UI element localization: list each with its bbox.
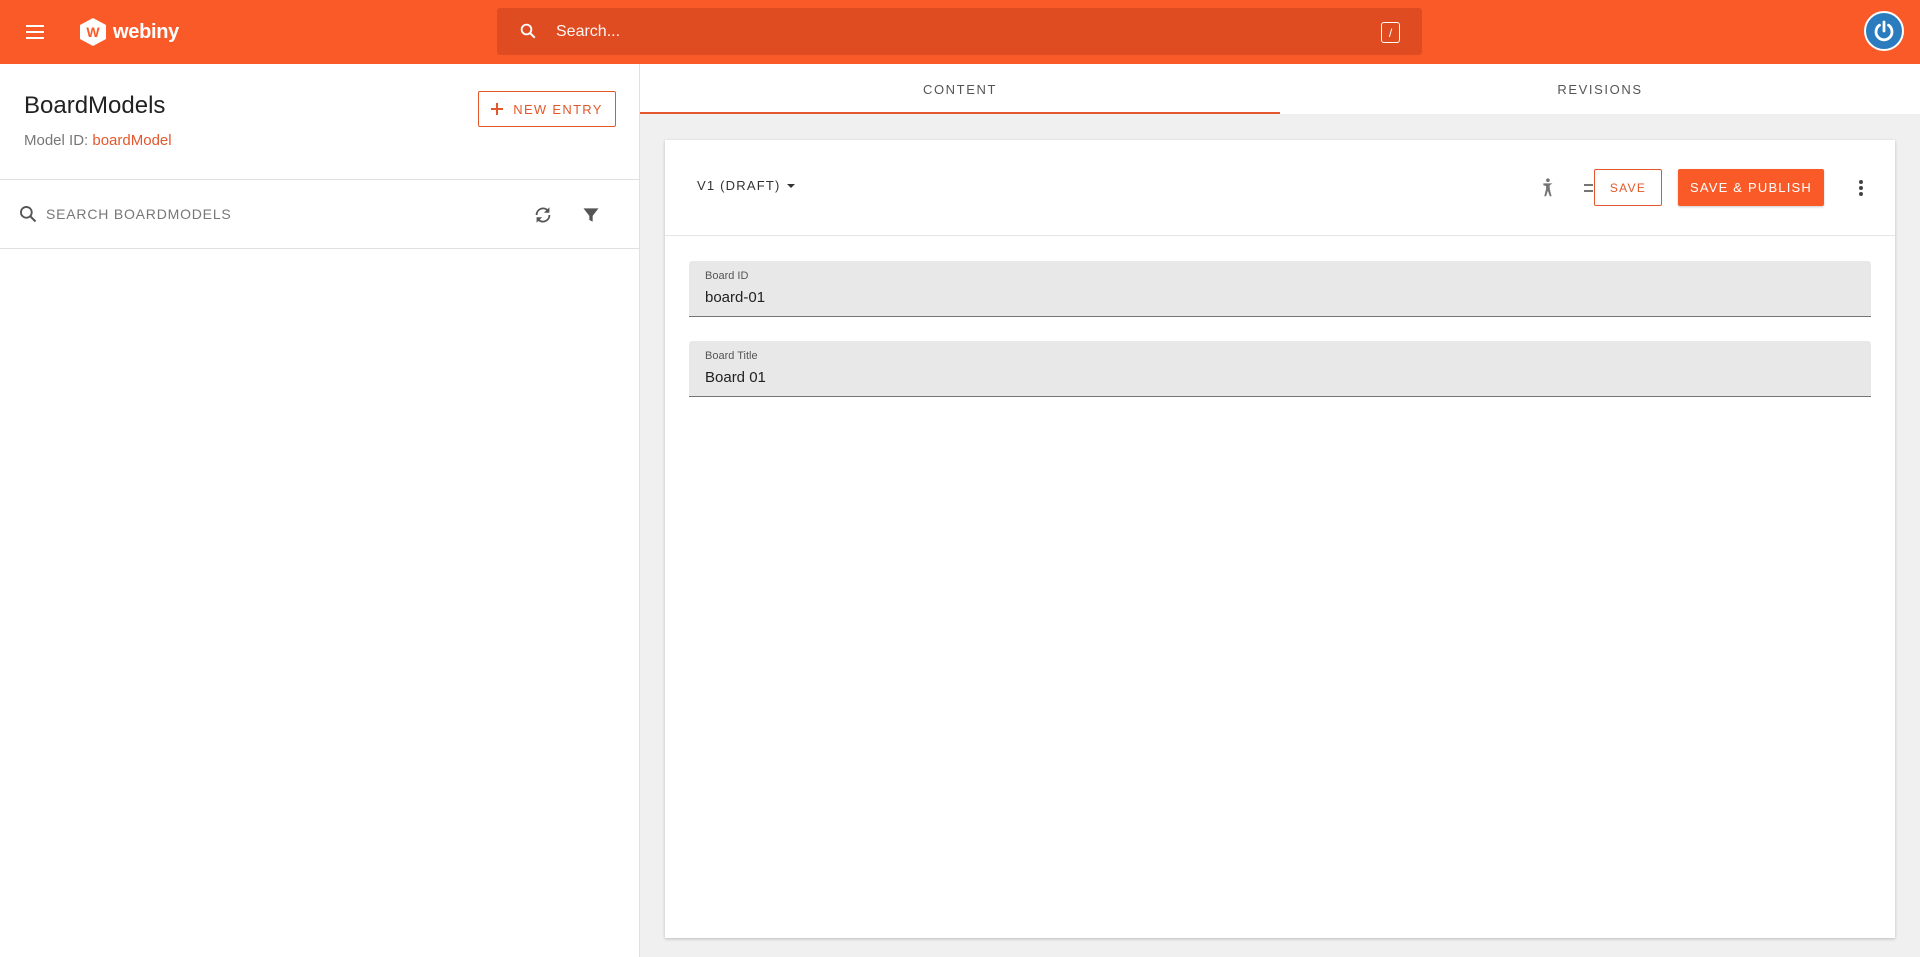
board-title-input[interactable]: [705, 365, 1845, 389]
board-id-field[interactable]: Board ID: [689, 261, 1871, 317]
search-shortcut-key: /: [1381, 22, 1400, 43]
caret-down-icon: [786, 183, 795, 188]
webiny-logo[interactable]: W webiny: [79, 16, 179, 48]
power-icon: [1874, 20, 1894, 42]
revision-selector[interactable]: V1 (DRAFT): [697, 178, 795, 193]
search-icon: [519, 22, 537, 45]
editor-tabs: CONTENT REVISIONS: [640, 64, 1920, 114]
global-search-input[interactable]: [556, 8, 1356, 55]
revision-label: V1 (DRAFT): [697, 178, 781, 193]
board-id-label: Board ID: [705, 270, 749, 282]
page-title: BoardModels: [24, 92, 166, 119]
save-and-publish-button[interactable]: SAVE & PUBLISH: [1678, 169, 1824, 206]
tab-revisions[interactable]: REVISIONS: [1280, 64, 1920, 114]
board-title-label: Board Title: [705, 350, 758, 362]
new-entry-button[interactable]: NEW ENTRY: [478, 91, 616, 127]
user-avatar[interactable]: [1864, 11, 1904, 51]
new-entry-label: NEW ENTRY: [513, 101, 603, 117]
entry-editor-area: CONTENT REVISIONS V1 (DRAFT) SAVE SAVE &…: [640, 64, 1920, 957]
top-bar: W webiny /: [0, 0, 1920, 64]
save-button[interactable]: SAVE: [1594, 169, 1662, 206]
model-id-label: Model ID:: [24, 132, 89, 149]
divider: [0, 248, 640, 249]
entries-list-panel: BoardModels Model ID: boardModel NEW ENT…: [0, 64, 640, 957]
svg-text:W: W: [86, 24, 100, 40]
entries-search: [0, 180, 640, 248]
entry-form-card: V1 (DRAFT) SAVE SAVE & PUBLISH Board ID …: [665, 140, 1895, 938]
form-toolbar: V1 (DRAFT) SAVE SAVE & PUBLISH: [665, 140, 1895, 236]
menu-icon[interactable]: [20, 17, 50, 47]
board-id-input[interactable]: [705, 285, 1845, 309]
model-id-value: boardModel: [92, 132, 172, 149]
more-vert-icon[interactable]: [1846, 173, 1876, 203]
plus-icon: [491, 103, 504, 115]
webiny-logo-icon: W: [80, 18, 106, 46]
model-id: Model ID: boardModel: [24, 132, 172, 149]
filter-icon[interactable]: [578, 202, 604, 228]
refresh-icon[interactable]: [530, 202, 556, 228]
accessibility-icon[interactable]: [1533, 174, 1561, 202]
board-title-field[interactable]: Board Title: [689, 341, 1871, 397]
tab-content[interactable]: CONTENT: [640, 64, 1280, 114]
entries-search-input[interactable]: [46, 200, 516, 228]
search-icon: [18, 204, 38, 229]
global-search[interactable]: /: [497, 8, 1422, 55]
logo-text: webiny: [113, 20, 179, 43]
